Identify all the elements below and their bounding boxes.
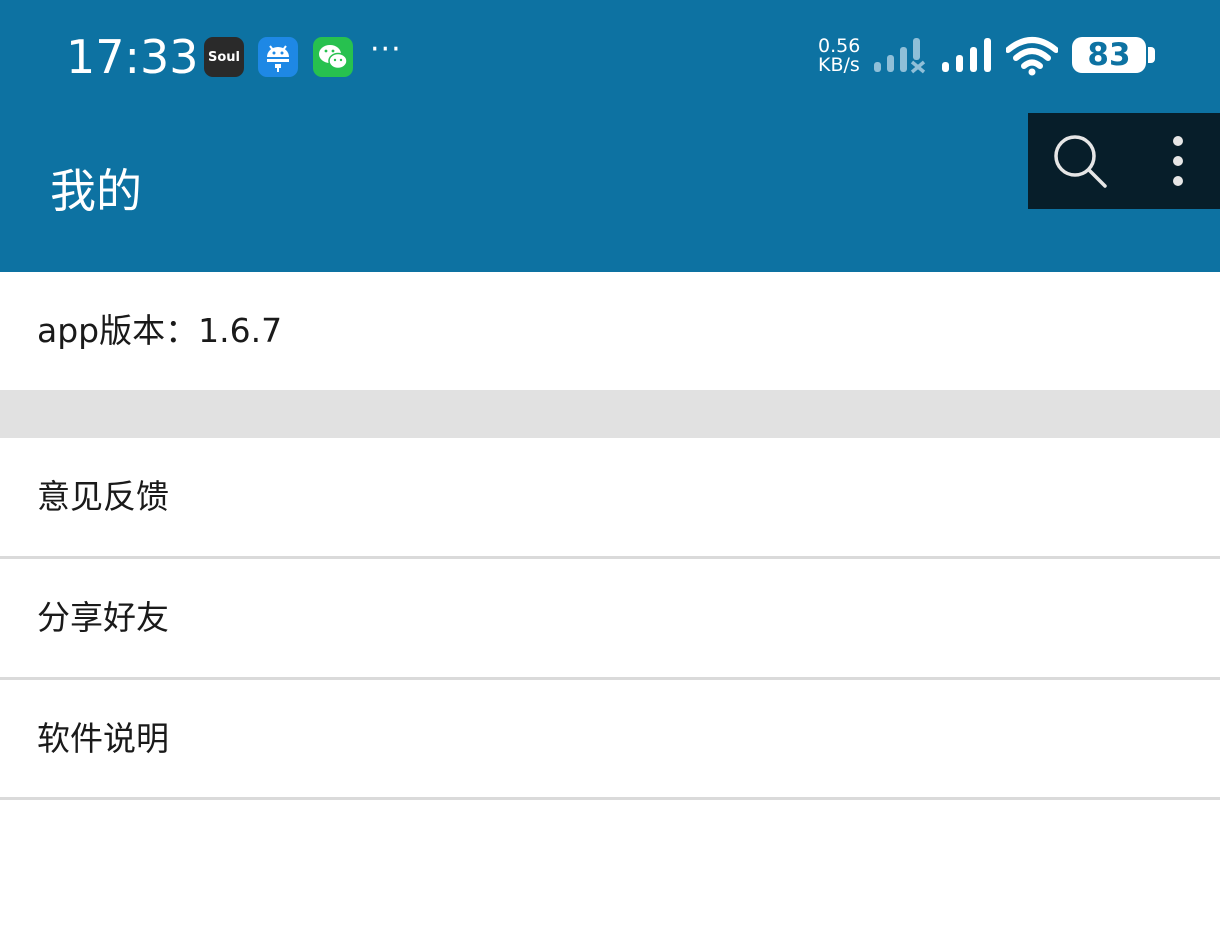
signal-sim1-icon bbox=[874, 38, 928, 78]
divider bbox=[0, 797, 1220, 800]
list-item-about[interactable]: 软件说明 bbox=[0, 680, 1220, 798]
version-row: app版本：1.6.7 bbox=[0, 272, 1220, 390]
overflow-menu-button[interactable] bbox=[1152, 121, 1204, 201]
app-bar-actions bbox=[1028, 113, 1220, 209]
soul-app-icon: Soul bbox=[204, 37, 244, 77]
network-speed: 0.56 KB/s bbox=[818, 37, 870, 75]
list-item-label: 分享好友 bbox=[37, 598, 169, 637]
screen: 17:33 Soul ··· 0.56 KB/s 83 我的 app版本：1.6… bbox=[0, 0, 1220, 929]
app-bar: 我的 bbox=[0, 110, 1220, 272]
signal-sim2-icon bbox=[942, 38, 994, 78]
list-item-label: 软件说明 bbox=[37, 719, 169, 758]
list-item-feedback[interactable]: 意见反馈 bbox=[0, 438, 1220, 556]
page-title: 我的 bbox=[50, 164, 142, 218]
status-time: 17:33 bbox=[66, 30, 199, 84]
section-separator bbox=[0, 390, 1220, 438]
search-icon bbox=[1054, 135, 1107, 188]
network-speed-unit: KB/s bbox=[818, 54, 860, 76]
version-label: app版本：1.6.7 bbox=[37, 311, 283, 350]
list-item-share[interactable]: 分享好友 bbox=[0, 559, 1220, 677]
more-vert-icon bbox=[1173, 136, 1183, 186]
wechat-app-icon bbox=[313, 37, 353, 77]
android-app-icon bbox=[258, 37, 298, 77]
search-button[interactable] bbox=[1038, 121, 1122, 201]
battery-level: 83 bbox=[1087, 37, 1131, 73]
soul-app-label: Soul bbox=[207, 49, 240, 65]
status-bar: 17:33 Soul ··· 0.56 KB/s 83 bbox=[0, 0, 1220, 110]
battery-cap bbox=[1148, 47, 1155, 63]
more-notifications-icon: ··· bbox=[370, 32, 402, 67]
wifi-icon bbox=[1005, 36, 1059, 80]
battery-icon: 83 bbox=[1072, 37, 1146, 73]
list-item-label: 意见反馈 bbox=[37, 477, 169, 516]
